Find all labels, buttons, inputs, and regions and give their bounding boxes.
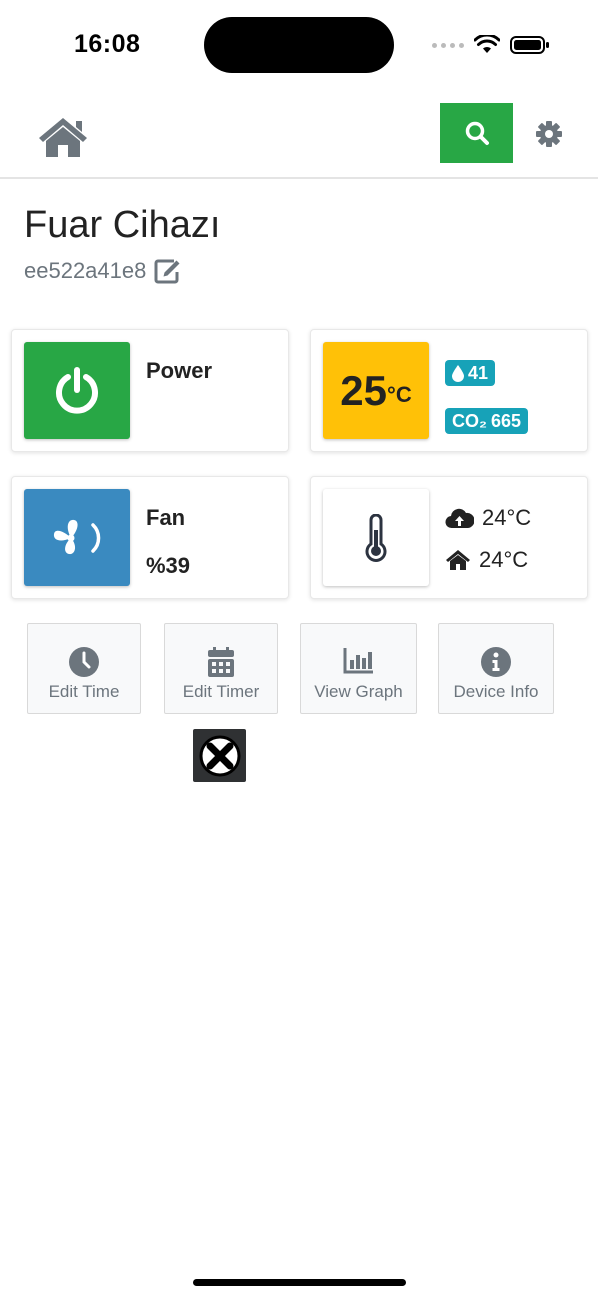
- humidity-badge: 41: [445, 360, 496, 386]
- device-id-row: ee522a41e8: [24, 258, 181, 284]
- fan-speed-value: %39: [146, 553, 191, 578]
- outdoor-temp-value: 24°C: [482, 505, 532, 530]
- edit-timer-button[interactable]: Edit Timer: [164, 623, 278, 714]
- co2-badge: CO₂ 665: [445, 408, 529, 434]
- fan-tile[interactable]: [24, 489, 130, 586]
- info-icon: [481, 647, 511, 677]
- house-icon: [446, 550, 470, 570]
- thermometer-icon: [365, 513, 387, 562]
- thermometer-tile: [323, 489, 429, 586]
- device-info-button[interactable]: Device Info: [438, 623, 554, 714]
- temperature-unit: °C: [387, 381, 412, 407]
- battery-icon: [510, 36, 549, 54]
- co2-value: 665: [491, 410, 522, 431]
- home-button[interactable]: [36, 115, 90, 159]
- droplet-icon: [452, 364, 464, 382]
- home-indicator: [193, 1279, 406, 1286]
- home-icon: [39, 118, 87, 157]
- view-graph-button[interactable]: View Graph: [300, 623, 417, 714]
- power-icon: [56, 366, 98, 414]
- gear-icon: [536, 121, 562, 147]
- settings-button[interactable]: [534, 119, 564, 149]
- fan-label: Fan: [146, 505, 186, 530]
- power-card[interactable]: Power: [11, 329, 289, 452]
- signal-icon: [432, 42, 464, 48]
- clock-icon: [69, 647, 99, 677]
- fan-icon: [53, 519, 101, 554]
- power-toggle[interactable]: [24, 342, 130, 439]
- edit-time-button[interactable]: Edit Time: [27, 623, 141, 714]
- status-bar: 16:08: [0, 0, 598, 90]
- power-label: Power: [146, 358, 213, 383]
- cloud-upload-icon: [445, 508, 474, 529]
- search-icon: [465, 121, 489, 145]
- bar-chart-icon: [343, 648, 373, 674]
- status-icons: [432, 34, 550, 56]
- device-id: ee522a41e8: [24, 258, 147, 283]
- wifi-icon: [474, 35, 500, 53]
- co2-label: CO₂: [452, 410, 487, 431]
- status-time: 16:08: [74, 30, 141, 58]
- top-navbar: [0, 95, 598, 179]
- close-button[interactable]: [193, 729, 246, 782]
- temperature-tile: 25 °C: [323, 342, 429, 439]
- view-graph-label: View Graph: [314, 682, 403, 701]
- calendar-icon: [208, 647, 234, 677]
- dynamic-island: [204, 17, 394, 73]
- search-button[interactable]: [440, 103, 513, 163]
- humidity-value: 41: [468, 362, 489, 383]
- fan-card[interactable]: Fan %39: [11, 476, 289, 599]
- edit-time-label: Edit Time: [48, 682, 120, 701]
- outdoor-temp-row: 24°C: [445, 505, 531, 531]
- temperature-value: 25: [340, 366, 388, 414]
- device-info-label: Device Info: [453, 682, 539, 701]
- device-name-title: Fuar Cihazı: [24, 204, 221, 246]
- indoor-temp-row: 24°C: [445, 547, 528, 573]
- temperature-card: 24°C 24°C: [310, 476, 588, 599]
- climate-card: 25 °C 41 CO₂ 665: [310, 329, 588, 452]
- edit-icon[interactable]: [154, 259, 181, 284]
- indoor-temp-value: 24°C: [479, 547, 529, 572]
- edit-timer-label: Edit Timer: [182, 682, 260, 701]
- close-icon: [199, 735, 240, 776]
